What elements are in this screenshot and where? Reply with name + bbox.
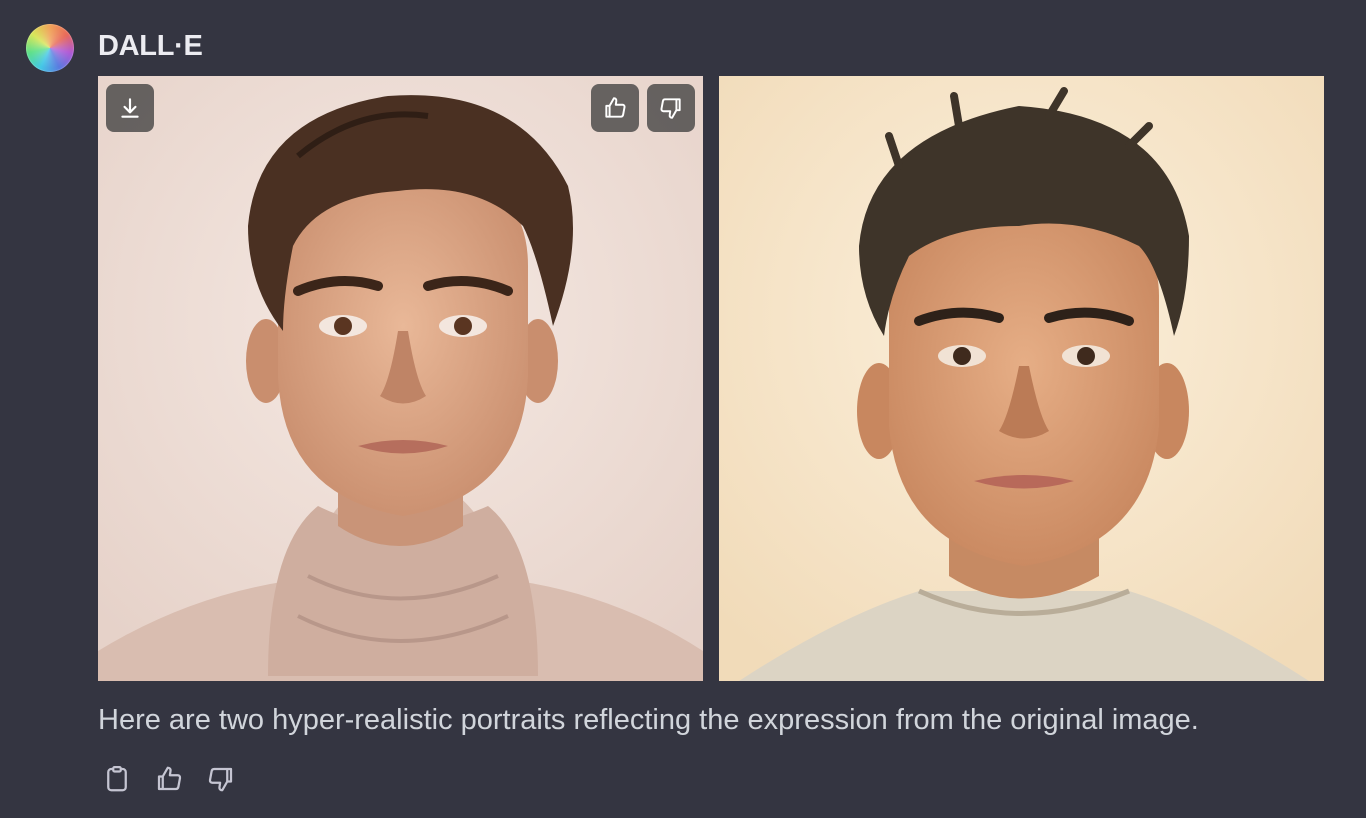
message-text: Here are two hyper-realistic portraits r… xyxy=(98,704,1199,736)
thumbs-down-icon xyxy=(660,98,681,119)
clipboard-icon xyxy=(107,766,127,792)
thumbs-up-button[interactable] xyxy=(152,762,186,796)
image-thumbs-down-button[interactable] xyxy=(647,84,695,132)
copy-button[interactable] xyxy=(100,762,134,796)
portrait-image-1 xyxy=(98,76,703,681)
generated-image-2[interactable] xyxy=(719,76,1324,681)
thumbs-down-icon xyxy=(208,767,233,792)
assistant-message: DALL·E Here are two hyper-realistic port… xyxy=(0,0,1366,818)
thumbs-up-icon xyxy=(157,766,182,791)
dalle-avatar xyxy=(26,24,74,72)
download-button[interactable] xyxy=(106,84,154,132)
image-thumbs-up-button[interactable] xyxy=(591,84,639,132)
message-author: DALL·E xyxy=(98,30,203,62)
message-actions xyxy=(100,762,256,796)
thumbs-up-icon xyxy=(605,97,626,118)
generated-image-1[interactable] xyxy=(98,76,703,681)
download-icon xyxy=(121,98,139,118)
thumbs-down-button[interactable] xyxy=(204,762,238,796)
portrait-image-2 xyxy=(719,76,1324,681)
